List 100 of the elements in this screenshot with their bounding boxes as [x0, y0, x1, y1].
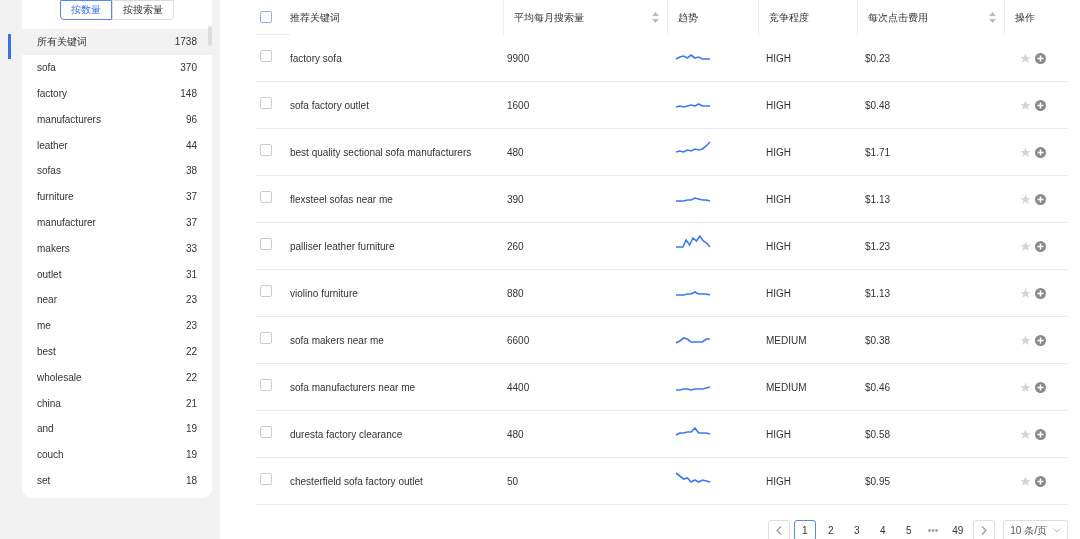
star-icon[interactable] [1020, 287, 1031, 299]
keyword-group-item[interactable]: best 22 [22, 338, 212, 365]
add-icon[interactable] [1035, 428, 1046, 440]
competition-cell: HIGH [766, 52, 791, 64]
keyword-group-item[interactable]: couch 19 [22, 441, 212, 468]
group-label: factory [37, 87, 67, 101]
row-checkbox[interactable] [260, 144, 272, 156]
keyword-group-item[interactable]: wholesale 22 [22, 364, 212, 391]
star-icon[interactable] [1020, 334, 1031, 346]
add-icon[interactable] [1035, 475, 1046, 487]
row-checkbox[interactable] [260, 473, 272, 485]
keyword-group-item[interactable]: outlet 31 [22, 261, 212, 287]
chevron-left-icon[interactable] [775, 525, 782, 535]
keyword-cell: sofa makers near me [290, 334, 384, 346]
cpc-cell: $1.13 [865, 193, 891, 205]
search-volume-cell: 4400 [507, 381, 530, 393]
search-volume-cell: 260 [507, 240, 524, 252]
trend-sparkline [675, 336, 711, 344]
keyword-group-item[interactable]: me 23 [22, 312, 212, 339]
column-header: 竞争程度 [769, 10, 809, 25]
row-checkbox[interactable] [260, 379, 272, 391]
star-icon[interactable] [1020, 193, 1031, 205]
cpc-cell: $0.95 [865, 475, 891, 487]
keyword-group-item[interactable]: makers 33 [22, 235, 212, 262]
star-icon[interactable] [1020, 99, 1031, 111]
add-icon[interactable] [1035, 99, 1046, 111]
header-cell[interactable]: 每次点击费用 [857, 0, 1004, 35]
row-checkbox[interactable] [260, 426, 272, 438]
header-cell[interactable]: 平均每月搜索量 [503, 0, 667, 35]
group-count: 23 [185, 319, 197, 334]
row-checkbox[interactable] [260, 191, 272, 203]
keyword-group-item[interactable]: factory 148 [22, 80, 212, 107]
row-checkbox[interactable] [260, 285, 272, 297]
row-checkbox[interactable] [260, 50, 272, 62]
star-icon[interactable] [1020, 52, 1031, 64]
column-header: 推荐关键词 [290, 10, 340, 25]
segment-button[interactable]: 按搜索量 [112, 0, 174, 20]
group-label: furniture [37, 190, 74, 205]
trend-sparkline [675, 102, 711, 108]
chevron-right-icon[interactable] [981, 525, 988, 535]
trend-sparkline [675, 385, 711, 391]
add-icon[interactable] [1035, 240, 1046, 252]
add-icon[interactable] [1035, 381, 1046, 393]
group-count: 22 [185, 370, 197, 385]
add-icon[interactable] [1035, 287, 1046, 299]
next-page-button[interactable] [973, 519, 996, 539]
group-label: near [37, 293, 57, 308]
star-icon[interactable] [1020, 428, 1031, 440]
group-count: 31 [185, 267, 197, 282]
add-icon[interactable] [1035, 146, 1046, 158]
group-count: 37 [185, 190, 197, 205]
select-all-checkbox[interactable] [260, 11, 272, 23]
search-volume-cell: 880 [507, 287, 524, 299]
keyword-group-item[interactable]: manufacturers 96 [22, 106, 212, 133]
keyword-group-item[interactable]: set 18 [22, 467, 212, 494]
star-icon[interactable] [1020, 381, 1031, 393]
row-checkbox[interactable] [260, 97, 272, 109]
row-checkbox[interactable] [260, 332, 272, 344]
competition-cell: HIGH [766, 146, 791, 158]
keyword-group-item[interactable]: furniture 37 [22, 183, 212, 210]
group-count: 21 [185, 396, 197, 411]
group-count: 148 [180, 87, 197, 101]
competition-cell: MEDIUM [766, 381, 807, 393]
add-icon[interactable] [1035, 334, 1046, 346]
keyword-group-item[interactable]: china 21 [22, 390, 212, 416]
previous-page-button[interactable] [767, 519, 790, 539]
keyword-group-item[interactable]: sofa 370 [22, 54, 212, 81]
competition-cell: HIGH [766, 240, 791, 252]
star-icon[interactable] [1020, 475, 1031, 487]
group-count: 22 [185, 344, 197, 359]
trend-sparkline [675, 234, 711, 248]
keyword-group-item[interactable]: leather 44 [22, 132, 212, 158]
group-label: and [37, 422, 54, 437]
sort-icon[interactable] [652, 11, 659, 23]
page-button[interactable]: 1 [793, 519, 816, 539]
group-label: sofa [37, 61, 56, 76]
page-size-select[interactable]: 10 条/页 [1003, 519, 1068, 539]
group-label: wholesale [37, 370, 82, 385]
keyword-cell: violino furniture [290, 287, 358, 299]
competition-cell: HIGH [766, 287, 791, 299]
keyword-cell: palliser leather furniture [290, 240, 395, 252]
star-icon[interactable] [1020, 240, 1031, 252]
segment-button[interactable]: 按数量 [60, 0, 112, 20]
keyword-group-item[interactable]: near 23 [22, 286, 212, 313]
keyword-group-item[interactable]: manufacturer 37 [22, 209, 212, 236]
competition-cell: HIGH [766, 99, 791, 111]
column-header: 每次点击费用 [868, 10, 928, 25]
keyword-group-item[interactable]: 所有关键词 1738 [22, 29, 212, 55]
group-label: manufacturer [37, 215, 96, 230]
add-icon[interactable] [1035, 193, 1046, 205]
keyword-group-item[interactable]: and 19 [22, 415, 212, 442]
row-checkbox[interactable] [260, 238, 272, 250]
group-count: 33 [185, 241, 197, 256]
search-volume-cell: 1600 [507, 99, 530, 111]
add-icon[interactable] [1035, 52, 1046, 64]
keyword-group-item[interactable]: sofas 38 [22, 158, 212, 184]
star-icon[interactable] [1020, 146, 1031, 158]
cpc-cell: $1.13 [865, 287, 891, 299]
sort-icon[interactable] [989, 11, 996, 23]
keyword-cell: best quality sectional sofa manufacturers [290, 146, 472, 158]
